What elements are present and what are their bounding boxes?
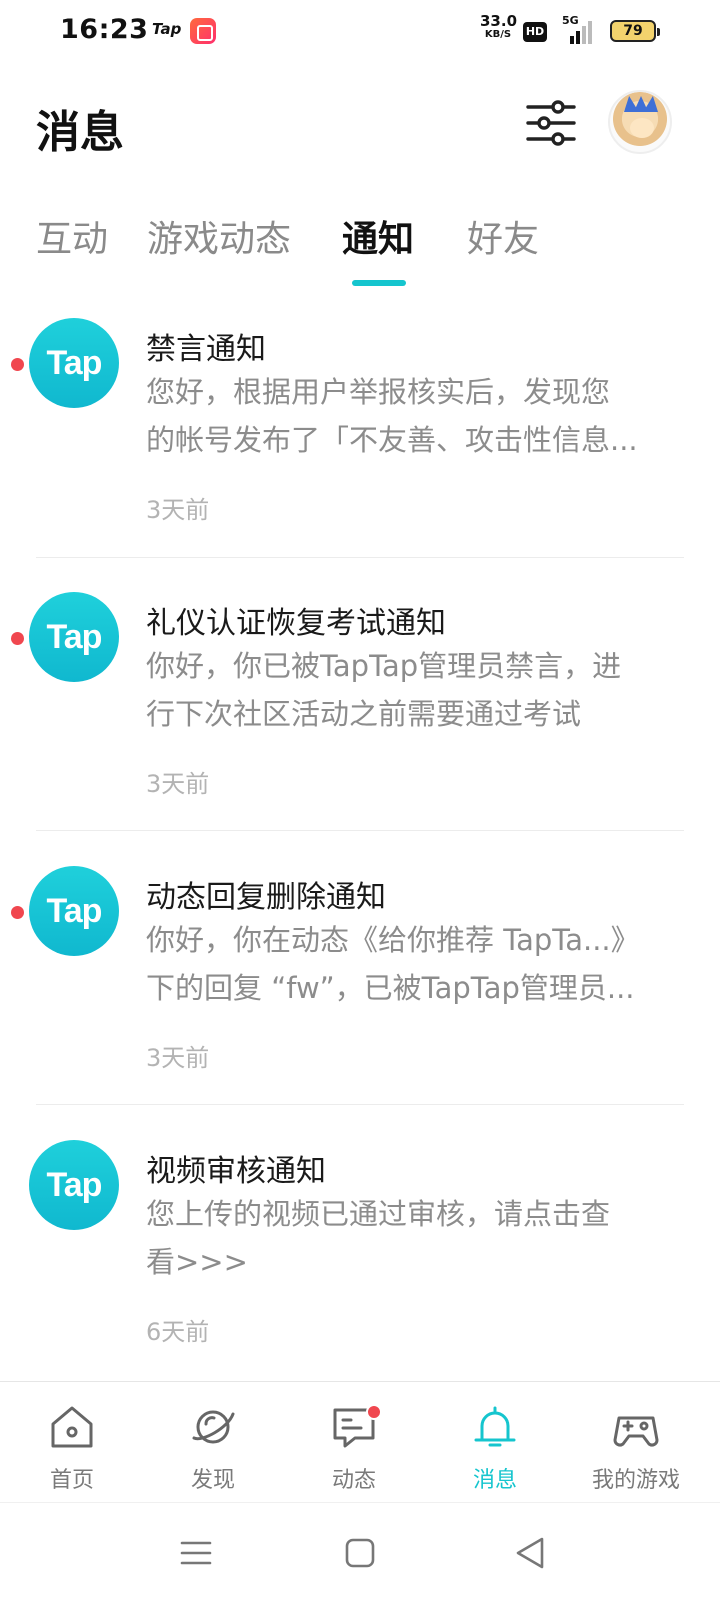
tab-interaction[interactable]: 互动	[36, 210, 108, 262]
network-speed-unit: KB/S	[484, 29, 512, 40]
app-notification-icon	[190, 18, 216, 44]
gamepad-icon	[613, 1416, 659, 1447]
signal-bar	[588, 21, 592, 44]
notification-body-line: 你好，你在动态《给你推荐 TapTa...》	[146, 923, 640, 957]
battery-icon: 79	[610, 20, 660, 42]
notification-body-line: 你好，你已被TapTap管理员禁言，进	[146, 649, 622, 683]
notification-body: 您上传的视频已通过审核，请点击查 看>>>	[146, 1190, 676, 1286]
nav-feed[interactable]: 动态	[282, 1382, 426, 1502]
planet-icon	[192, 1410, 235, 1444]
taptap-logo: Tap	[29, 318, 119, 408]
taptap-notification-icon: Tap	[152, 20, 182, 38]
nav-my-games[interactable]: 我的游戏	[564, 1382, 708, 1502]
notification-body-line: 的帐号发布了「不友善、攻击性信息...	[146, 423, 638, 457]
signal-bar	[576, 31, 580, 44]
notification-time: 3天前	[146, 1044, 210, 1072]
notification-body-line: 您好，根据用户举报核实后，发现您	[146, 375, 611, 409]
bell-icon	[474, 1406, 516, 1447]
taptap-logo: Tap	[29, 592, 119, 682]
tab-game-news[interactable]: 游戏动态	[147, 210, 291, 262]
menu-icon[interactable]	[176, 1533, 216, 1573]
divider	[36, 557, 684, 558]
nav-discover[interactable]: 发现	[141, 1382, 285, 1502]
network-speed: 33.0 KB/S	[480, 12, 518, 42]
notification-body: 你好，你在动态《给你推荐 TapTa...》 下的回复 “fw”，已被TapTa…	[146, 916, 676, 1012]
unread-dot	[11, 632, 24, 645]
network-speed-value: 33.0	[480, 12, 518, 30]
user-avatar[interactable]	[608, 90, 672, 154]
avatar-crown	[624, 96, 658, 112]
notification-title: 视频审核通知	[146, 1154, 326, 1189]
back-icon[interactable]	[510, 1533, 550, 1573]
hd-icon: HD	[523, 22, 547, 42]
notification-time: 6天前	[146, 1318, 210, 1346]
taptap-logo: Tap	[29, 866, 119, 956]
bottom-nav: 首页 发现 动态 消息 我的游戏	[0, 1381, 720, 1501]
avatar-face	[630, 118, 654, 138]
active-tab-indicator	[352, 280, 406, 286]
filter-button[interactable]	[524, 98, 578, 148]
tab-friends[interactable]: 好友	[467, 210, 539, 262]
nav-label: 动态	[331, 1468, 376, 1493]
signal-icon: 5G	[556, 14, 602, 46]
unread-badge	[366, 1404, 382, 1420]
tab-notifications[interactable]: 通知	[342, 210, 414, 262]
notification-time: 3天前	[146, 770, 210, 798]
page-title: 消息	[36, 107, 124, 158]
nav-label: 消息	[472, 1468, 517, 1493]
system-nav-bar	[0, 1502, 720, 1600]
notification-body-line: 行下次社区活动之前需要通过考试	[146, 697, 582, 731]
unread-dot	[11, 906, 24, 919]
notification-body-line: 看>>>	[146, 1245, 248, 1279]
notification-time: 3天前	[146, 496, 210, 524]
notification-title: 动态回复删除通知	[146, 880, 386, 915]
notification-body: 你好，你已被TapTap管理员禁言，进 行下次社区活动之前需要通过考试	[146, 642, 676, 738]
divider	[36, 830, 684, 831]
divider	[36, 1104, 684, 1105]
network-type: 5G	[562, 14, 579, 27]
nav-label: 发现	[190, 1468, 235, 1493]
unread-dot	[11, 358, 24, 371]
taptap-logo: Tap	[29, 1140, 119, 1230]
home-icon	[51, 1406, 93, 1448]
notification-title: 禁言通知	[146, 332, 266, 367]
nav-label: 首页	[49, 1468, 94, 1493]
nav-messages[interactable]: 消息	[423, 1382, 567, 1502]
home-button-icon[interactable]	[340, 1533, 380, 1573]
signal-bar	[570, 36, 574, 44]
signal-bar	[582, 26, 586, 44]
status-bar: 16:23 Tap 33.0 KB/S HD 5G 79	[0, 0, 720, 64]
notification-body: 您好，根据用户举报核实后，发现您 的帐号发布了「不友善、攻击性信息...	[146, 368, 676, 464]
notification-title: 礼仪认证恢复考试通知	[146, 606, 446, 641]
notification-body-line: 下的回复 “fw”，已被TapTap管理员...	[146, 971, 635, 1005]
message-tabs: 互动 游戏动态 通知 好友	[0, 210, 720, 290]
nav-home[interactable]: 首页	[0, 1382, 144, 1502]
notification-body-line: 您上传的视频已通过审核，请点击查	[146, 1197, 611, 1231]
sliders-icon	[526, 100, 576, 146]
nav-label: 我的游戏	[591, 1468, 680, 1493]
status-time: 16:23	[60, 14, 149, 45]
